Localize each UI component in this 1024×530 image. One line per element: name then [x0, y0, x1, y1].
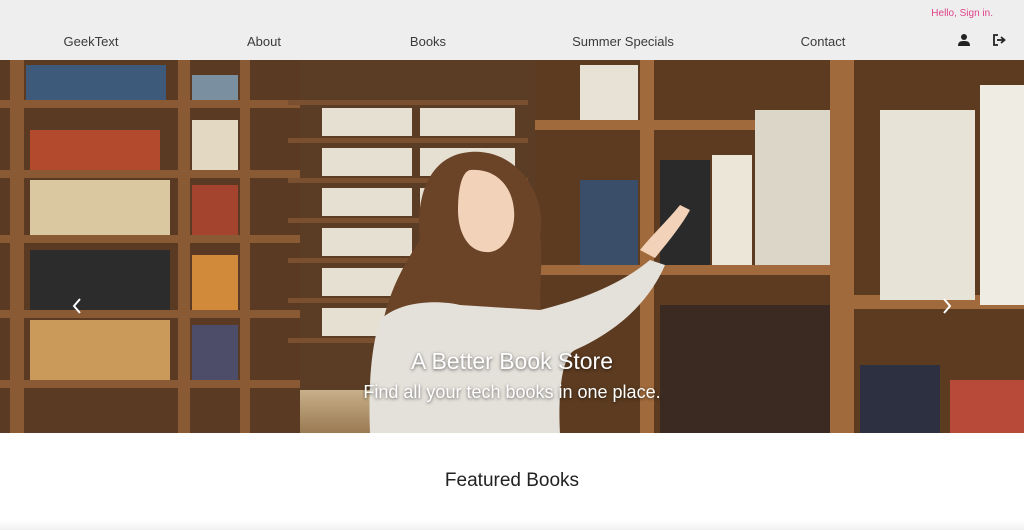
sign-out-icon[interactable] — [992, 33, 1006, 47]
content-divider — [0, 520, 1024, 530]
nav-link-summer-specials[interactable]: Summer Specials — [572, 34, 674, 49]
chevron-left-icon[interactable] — [70, 296, 84, 316]
bookstore-photo — [0, 60, 1024, 433]
carousel-subtitle: Find all your tech books in one place. — [363, 382, 661, 402]
sign-in-link[interactable]: Hello, Sign in. — [931, 8, 993, 19]
user-icon[interactable] — [957, 33, 971, 47]
nav-brand-geektext[interactable]: GeekText — [64, 34, 119, 49]
carousel-title: A Better Book Store — [410, 348, 613, 374]
featured-books-heading: Featured Books — [444, 470, 580, 491]
nav-link-about[interactable]: About — [247, 34, 281, 49]
hero-carousel — [0, 60, 1024, 433]
nav-link-books[interactable]: Books — [410, 34, 446, 49]
top-navbar: Hello, Sign in. GeekText About Books Sum… — [0, 0, 1024, 60]
nav-link-contact[interactable]: Contact — [801, 34, 846, 49]
chevron-right-icon[interactable] — [940, 296, 954, 316]
